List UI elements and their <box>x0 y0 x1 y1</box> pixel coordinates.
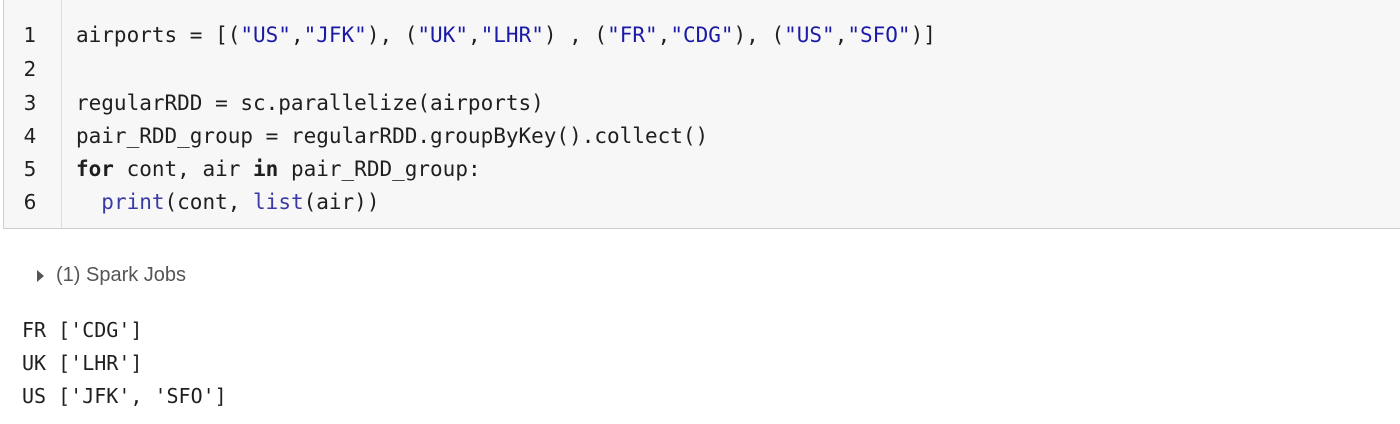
code-text: (air)) <box>303 190 380 214</box>
line-number: 1 <box>23 23 37 47</box>
code-text: ) , ( <box>543 23 608 47</box>
triangle-right-icon <box>37 269 44 282</box>
code-line-6[interactable]: print(cont, list(air)) <box>76 185 379 219</box>
builtin-list: list <box>253 190 304 214</box>
line-number-gutter: 1 2 3 4 5 6 <box>4 0 62 228</box>
builtin-print: print <box>101 190 165 214</box>
code-text: pair_RDD_group: <box>278 157 481 181</box>
code-line-3[interactable]: regularRDD = sc.parallelize(airports) <box>76 86 544 120</box>
string-literal: "SFO" <box>847 23 911 47</box>
code-line-5[interactable]: for cont, air in pair_RDD_group: <box>76 152 481 186</box>
spark-jobs-toggle[interactable]: (1) Spark Jobs <box>37 264 186 287</box>
code-text: airports = [( <box>76 23 241 47</box>
keyword-in: in <box>253 157 279 181</box>
string-literal: "UK" <box>417 23 468 47</box>
line-number: 3 <box>23 91 37 115</box>
string-literal: "FR" <box>607 23 658 47</box>
line-number: 4 <box>23 124 37 148</box>
string-literal: "JFK" <box>303 23 367 47</box>
spark-jobs-label: (1) Spark Jobs <box>56 264 187 286</box>
output-line: FR ['CDG'] <box>22 318 143 342</box>
line-number: 6 <box>23 190 37 214</box>
line-number: 5 <box>23 157 37 181</box>
code-text: ), ( <box>733 23 785 47</box>
output-line: US ['JFK', 'SFO'] <box>22 384 227 408</box>
keyword-for: for <box>76 157 114 181</box>
code-text: cont, air <box>113 157 254 181</box>
code-text: ), ( <box>366 23 418 47</box>
code-line-4[interactable]: pair_RDD_group = regularRDD.groupByKey()… <box>76 119 708 153</box>
output-line: UK ['LHR'] <box>22 351 143 375</box>
code-text: , <box>467 23 481 47</box>
code-text: , <box>657 23 671 47</box>
code-cell[interactable]: 1 2 3 4 5 6 airports = [("US","JFK"), ("… <box>3 0 1400 229</box>
string-literal: "CDG" <box>670 23 734 47</box>
code-text: (cont, <box>164 190 254 214</box>
line-number: 2 <box>23 57 37 81</box>
string-literal: "LHR" <box>480 23 544 47</box>
code-text: , <box>834 23 848 47</box>
code-text: )] <box>910 23 936 47</box>
code-line-1[interactable]: airports = [("US","JFK"), ("UK","LHR") ,… <box>76 18 936 52</box>
code-text: , <box>290 23 304 47</box>
string-literal: "US" <box>240 23 291 47</box>
string-literal: "US" <box>784 23 835 47</box>
